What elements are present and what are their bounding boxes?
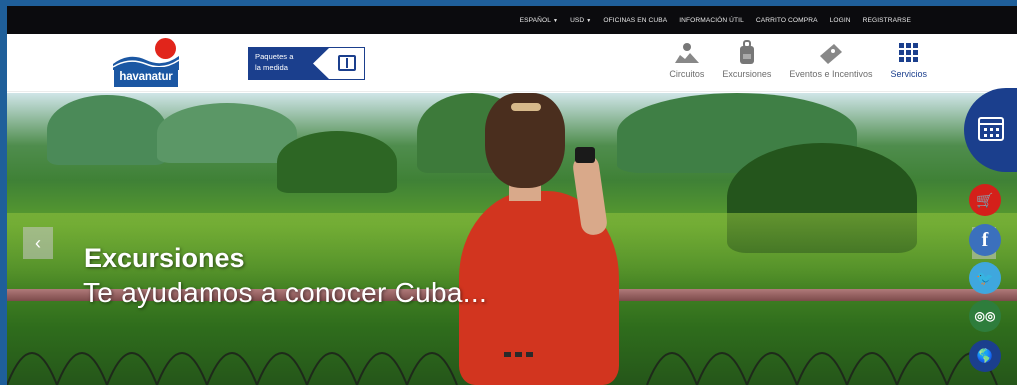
nav-eventos[interactable]: Eventos e Incentivos	[789, 38, 872, 79]
chevron-left-icon: ‹	[35, 232, 41, 253]
nav-excursiones-label: Excursiones	[722, 69, 772, 79]
nav-excursiones[interactable]: Excursiones	[722, 38, 771, 79]
ticket-icon	[816, 38, 846, 68]
nav-eventos-label: Eventos e Incentivos	[789, 69, 873, 79]
hero-person	[447, 93, 647, 385]
promo-line1: Paquetes a	[255, 52, 294, 61]
header: havanatur Paquetes a la medida Circuitos	[7, 34, 1017, 92]
globe-button[interactable]: 🌎	[969, 340, 1001, 372]
map-icon	[672, 38, 702, 68]
promo-paquetes[interactable]: Paquetes a la medida	[248, 47, 365, 80]
cart-button[interactable]: 🛒	[969, 184, 1001, 216]
nav-circuitos[interactable]: Circuitos	[669, 38, 704, 79]
nav-servicios[interactable]: Servicios	[890, 38, 927, 79]
link-registrarse[interactable]: REGISTRARSE	[863, 17, 911, 24]
link-login[interactable]: LOGIN	[830, 17, 851, 24]
top-nav: ESPAÑOL ▼ USD ▼ OFICINAS EN CUBA INFORMACI…	[520, 6, 911, 34]
hero-mountain	[47, 95, 167, 165]
hero-title: Excursiones	[84, 243, 245, 273]
promo-text: Paquetes a la medida	[255, 51, 325, 73]
facebook-icon: f	[981, 228, 989, 251]
twitter-icon: 🐦	[976, 269, 994, 286]
link-carrito[interactable]: CARRITO COMPRA	[756, 17, 818, 24]
twitter-button[interactable]: 🐦	[969, 262, 1001, 294]
main-nav: Circuitos Excursiones Eventos e Incentiv…	[669, 38, 927, 79]
camera-icon	[575, 147, 595, 163]
language-label: ESPAÑOL	[519, 16, 551, 24]
slider-dot[interactable]	[515, 352, 522, 357]
slider-pagination	[504, 352, 533, 357]
havanatur-logo[interactable]: havanatur	[113, 38, 183, 88]
top-bar: ESPAÑOL ▼ USD ▼ OFICINAS EN CUBA INFORMACI…	[7, 6, 1017, 34]
currency-label: USD	[570, 16, 585, 24]
hero-slider: Excursiones Te ayudamos a conocer Cuba..…	[7, 93, 1017, 385]
slider-dot[interactable]	[526, 352, 533, 357]
globe-icon: 🌎	[976, 348, 994, 363]
link-oficinas[interactable]: OFICINAS EN CUBA	[603, 17, 667, 24]
tripadvisor-icon: ◎◎	[974, 309, 996, 323]
slider-dot[interactable]	[504, 352, 511, 357]
hero-mountain	[277, 131, 397, 193]
caret-down-icon: ▼	[553, 17, 559, 24]
backpack-icon	[732, 38, 762, 68]
site: ESPAÑOL ▼ USD ▼ OFICINAS EN CUBA INFORMACI…	[7, 6, 1017, 385]
facebook-button[interactable]: f	[969, 224, 1001, 256]
link-informacion[interactable]: INFORMACIÓN ÚTIL	[679, 17, 744, 24]
currency-select[interactable]: USD ▼	[570, 17, 591, 24]
tripadvisor-button[interactable]: ◎◎	[969, 300, 1001, 332]
nav-circuitos-label: Circuitos	[669, 69, 705, 79]
promo-line2: la medida	[255, 63, 288, 72]
nav-servicios-label: Servicios	[890, 69, 927, 79]
grid-icon	[894, 38, 924, 68]
language-select[interactable]: ESPAÑOL ▼	[520, 17, 558, 24]
hero-subtitle: Te ayudamos a conocer Cuba...	[83, 277, 488, 308]
calendar-icon	[978, 117, 1004, 141]
slider-prev-button[interactable]: ‹	[23, 227, 53, 259]
caret-down-icon: ▼	[586, 17, 592, 24]
book-icon	[338, 55, 356, 71]
hero-mountain	[157, 103, 297, 163]
page-frame: ESPAÑOL ▼ USD ▼ OFICINAS EN CUBA INFORMACI…	[0, 0, 1017, 385]
person-hairclip	[511, 103, 541, 111]
logo-text: havanatur	[114, 67, 178, 87]
cart-icon: 🛒	[976, 191, 994, 208]
